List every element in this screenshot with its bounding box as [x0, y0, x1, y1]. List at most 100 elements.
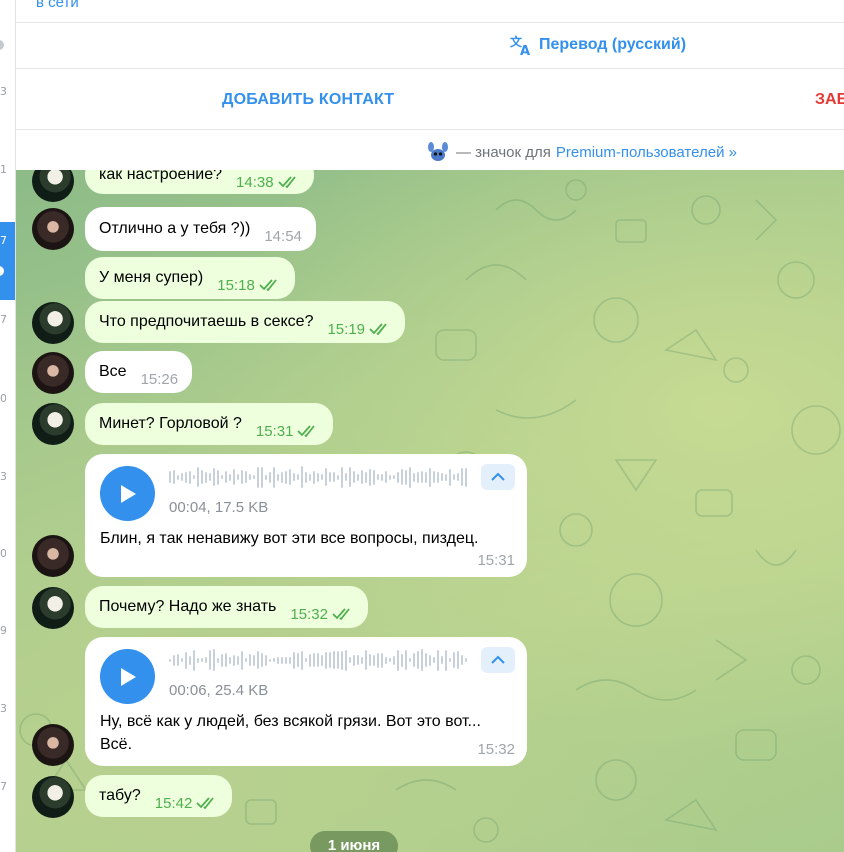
message-time: 15:31 [255, 422, 294, 440]
waveform-bar [225, 471, 227, 483]
chat-list-time-fragment: 3 [0, 470, 6, 483]
block-user-button[interactable]: ЗАБ [815, 91, 844, 109]
chat-list-edge[interactable]: 3 1 7 7 0 3 0 9 3 7 [0, 0, 16, 852]
telegram-chat-window: 3 1 7 7 0 3 0 9 3 7 в сети 文 A Перевод (… [0, 0, 844, 852]
online-status: в сети [36, 0, 79, 11]
translate-button[interactable]: 文 A Перевод (русский) [510, 34, 686, 56]
chat-list-time-fragment: 0 [0, 547, 6, 560]
message-bubble-outgoing[interactable]: табу? 15:42 [85, 775, 233, 817]
waveform-bar [213, 468, 215, 486]
waveform-bar [269, 658, 271, 662]
voice-message-incoming[interactable]: 00:06, 25.4 KB Ну, всё как у людей, без … [85, 637, 527, 766]
waveform-bar [457, 651, 459, 669]
chat-list-avatar-edge[interactable] [0, 40, 4, 50]
double-check-read-icon [277, 176, 296, 188]
waveform-bar [245, 658, 247, 662]
waveform-bar [441, 656, 443, 664]
sender-avatar[interactable] [32, 208, 74, 250]
message-bubble-outgoing[interactable]: Минет? Горловой ? 15:31 [85, 403, 334, 445]
waveform-bar [449, 658, 451, 662]
contact-action-bar: ДОБАВИТЬ КОНТАКТ ЗАБ [16, 69, 844, 130]
waveform-bar [389, 474, 391, 480]
message-bubble-outgoing[interactable]: Почему? Надо же знать 15:32 [85, 586, 368, 628]
waveform-bar [353, 654, 355, 666]
sender-avatar[interactable] [32, 403, 74, 445]
waveform-bar [325, 651, 327, 669]
sender-avatar[interactable] [32, 535, 74, 577]
waveform-bar [313, 653, 315, 667]
message-bubble-incoming[interactable]: Отлично а у тебя ?)) 14:54 [85, 207, 316, 251]
sender-avatar[interactable] [32, 724, 74, 766]
waveform-bar [209, 473, 211, 481]
sender-avatar[interactable] [32, 302, 74, 344]
double-check-read-icon [196, 797, 215, 809]
waveform-bar [345, 473, 347, 481]
waveform-bar [285, 656, 287, 664]
waveform-bar [365, 650, 367, 670]
waveform-bar [377, 474, 379, 480]
waveform-bar [253, 475, 255, 479]
message-meta: 15:31 [256, 423, 320, 440]
message-bubble-outgoing[interactable]: как настроение? 14:38 [85, 170, 314, 194]
message-time: 15:32 [290, 605, 328, 623]
waveform-bar [385, 656, 387, 664]
waveform-bar [465, 658, 467, 662]
waveform-bar [269, 471, 271, 483]
double-check-read-icon [369, 323, 387, 335]
chat-list-time-fragment: 3 [0, 702, 6, 715]
waveform-bar [397, 649, 399, 671]
waveform-bar [341, 466, 343, 488]
waveform-bar [365, 471, 367, 483]
message-text: Все [99, 363, 127, 380]
play-button[interactable] [100, 466, 155, 521]
sender-avatar[interactable] [32, 776, 74, 818]
waveform-bar [253, 654, 255, 666]
waveform-bar [305, 658, 307, 662]
waveform-bar [229, 656, 231, 664]
message-time: 14:54 [264, 227, 302, 245]
waveform-bar [185, 471, 187, 483]
message-time: 15:31 [477, 552, 515, 569]
waveform-bar [305, 471, 307, 483]
waveform-bar [361, 470, 363, 484]
sender-avatar[interactable] [32, 587, 74, 629]
waveform-bar [325, 468, 327, 486]
chat-list-time-fragment: 1 [0, 163, 6, 176]
waveform-bar [337, 651, 339, 669]
waveform-bar [201, 658, 203, 662]
message-list[interactable]: как настроение? 14:38 Отлично а у тебя ?… [16, 170, 844, 852]
waveform-bar [413, 653, 415, 667]
selected-chat-indicator[interactable]: 7 [0, 222, 15, 300]
waveform-bar [273, 466, 275, 488]
sender-avatar[interactable] [32, 352, 74, 394]
waveform-bar [405, 469, 407, 485]
voice-message-incoming[interactable]: 00:04, 17.5 KB Блин, я так ненавижу вот … [85, 454, 527, 577]
translate-label: Перевод (русский) [539, 36, 687, 53]
waveform-bar [249, 474, 251, 480]
message-time: 14:38 [236, 173, 274, 191]
message-bubble-incoming[interactable]: Все 15:26 [85, 351, 193, 393]
waveform-bar [273, 658, 275, 662]
waveform-bar [333, 472, 335, 482]
message-bubble-outgoing[interactable]: У меня супер) 15:18 [85, 257, 295, 299]
voice-transcript-line: Ну, всё как у людей, без всякой грязи. В… [100, 713, 481, 730]
chat-list-time-fragment: 7 [0, 780, 6, 793]
message-text: табу? [99, 787, 141, 804]
chat-list-time-fragment: 0 [0, 392, 6, 405]
message-bubble-outgoing[interactable]: Что предпочитаешь в сексе? 15:19 [85, 301, 406, 343]
message-time: 15:26 [140, 370, 179, 388]
add-contact-button[interactable]: ДОБАВИТЬ КОНТАКТ [222, 91, 394, 109]
waveform-bar [401, 469, 403, 485]
voice-waveform[interactable] [169, 649, 469, 671]
waveform-bar [321, 654, 323, 666]
message-meta: 15:18 [217, 277, 281, 294]
premium-link[interactable]: Premium-пользователей » [556, 144, 737, 161]
waveform-bar [189, 655, 191, 665]
waveform-bar [457, 473, 459, 481]
waveform-bar [373, 469, 375, 485]
play-button[interactable] [100, 649, 155, 704]
transcription-toggle-button[interactable] [481, 647, 515, 673]
chevron-up-icon [491, 472, 505, 481]
voice-waveform[interactable] [169, 466, 469, 488]
transcription-toggle-button[interactable] [481, 464, 515, 490]
